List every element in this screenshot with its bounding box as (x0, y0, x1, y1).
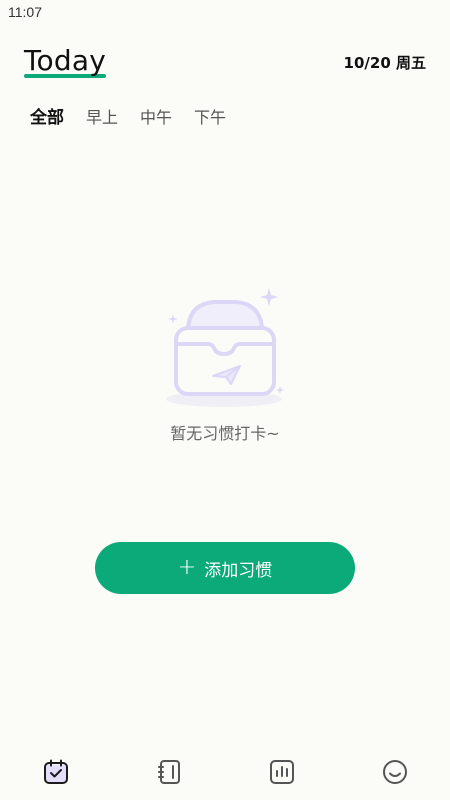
bottom-nav (0, 752, 450, 796)
tab-afternoon[interactable]: 下午 (194, 106, 226, 130)
nav-notebook[interactable] (156, 758, 184, 786)
add-habit-label: 添加习惯 (204, 560, 273, 581)
tab-all[interactable]: 全部 (30, 106, 64, 130)
date-label: 10/20 周五 (343, 54, 426, 72)
nav-stats[interactable] (268, 758, 296, 786)
plus-icon: + (177, 555, 197, 580)
empty-message: 暂无习惯打卡~ (170, 424, 280, 443)
time-of-day-tabs: 全部 早上 中午 下午 (30, 106, 226, 130)
status-time: 11:07 (8, 4, 42, 20)
page-title: Today (24, 44, 106, 77)
notebook-icon (158, 760, 180, 784)
add-habit-button[interactable]: + 添加习惯 (95, 542, 355, 594)
nav-profile[interactable] (381, 758, 409, 786)
smiley-icon (383, 760, 407, 784)
tab-noon[interactable]: 中午 (140, 106, 172, 130)
status-bar: 11:07 (0, 0, 450, 26)
stats-icon (270, 760, 294, 784)
title-wrap: Today (24, 44, 106, 78)
empty-state: 暂无习惯打卡~ (0, 280, 450, 460)
tab-morning[interactable]: 早上 (86, 106, 118, 130)
calendar-check-icon (44, 759, 68, 784)
header: Today 10/20 周五 (0, 36, 450, 86)
nav-today[interactable] (42, 758, 70, 786)
empty-inbox-icon (158, 284, 292, 414)
